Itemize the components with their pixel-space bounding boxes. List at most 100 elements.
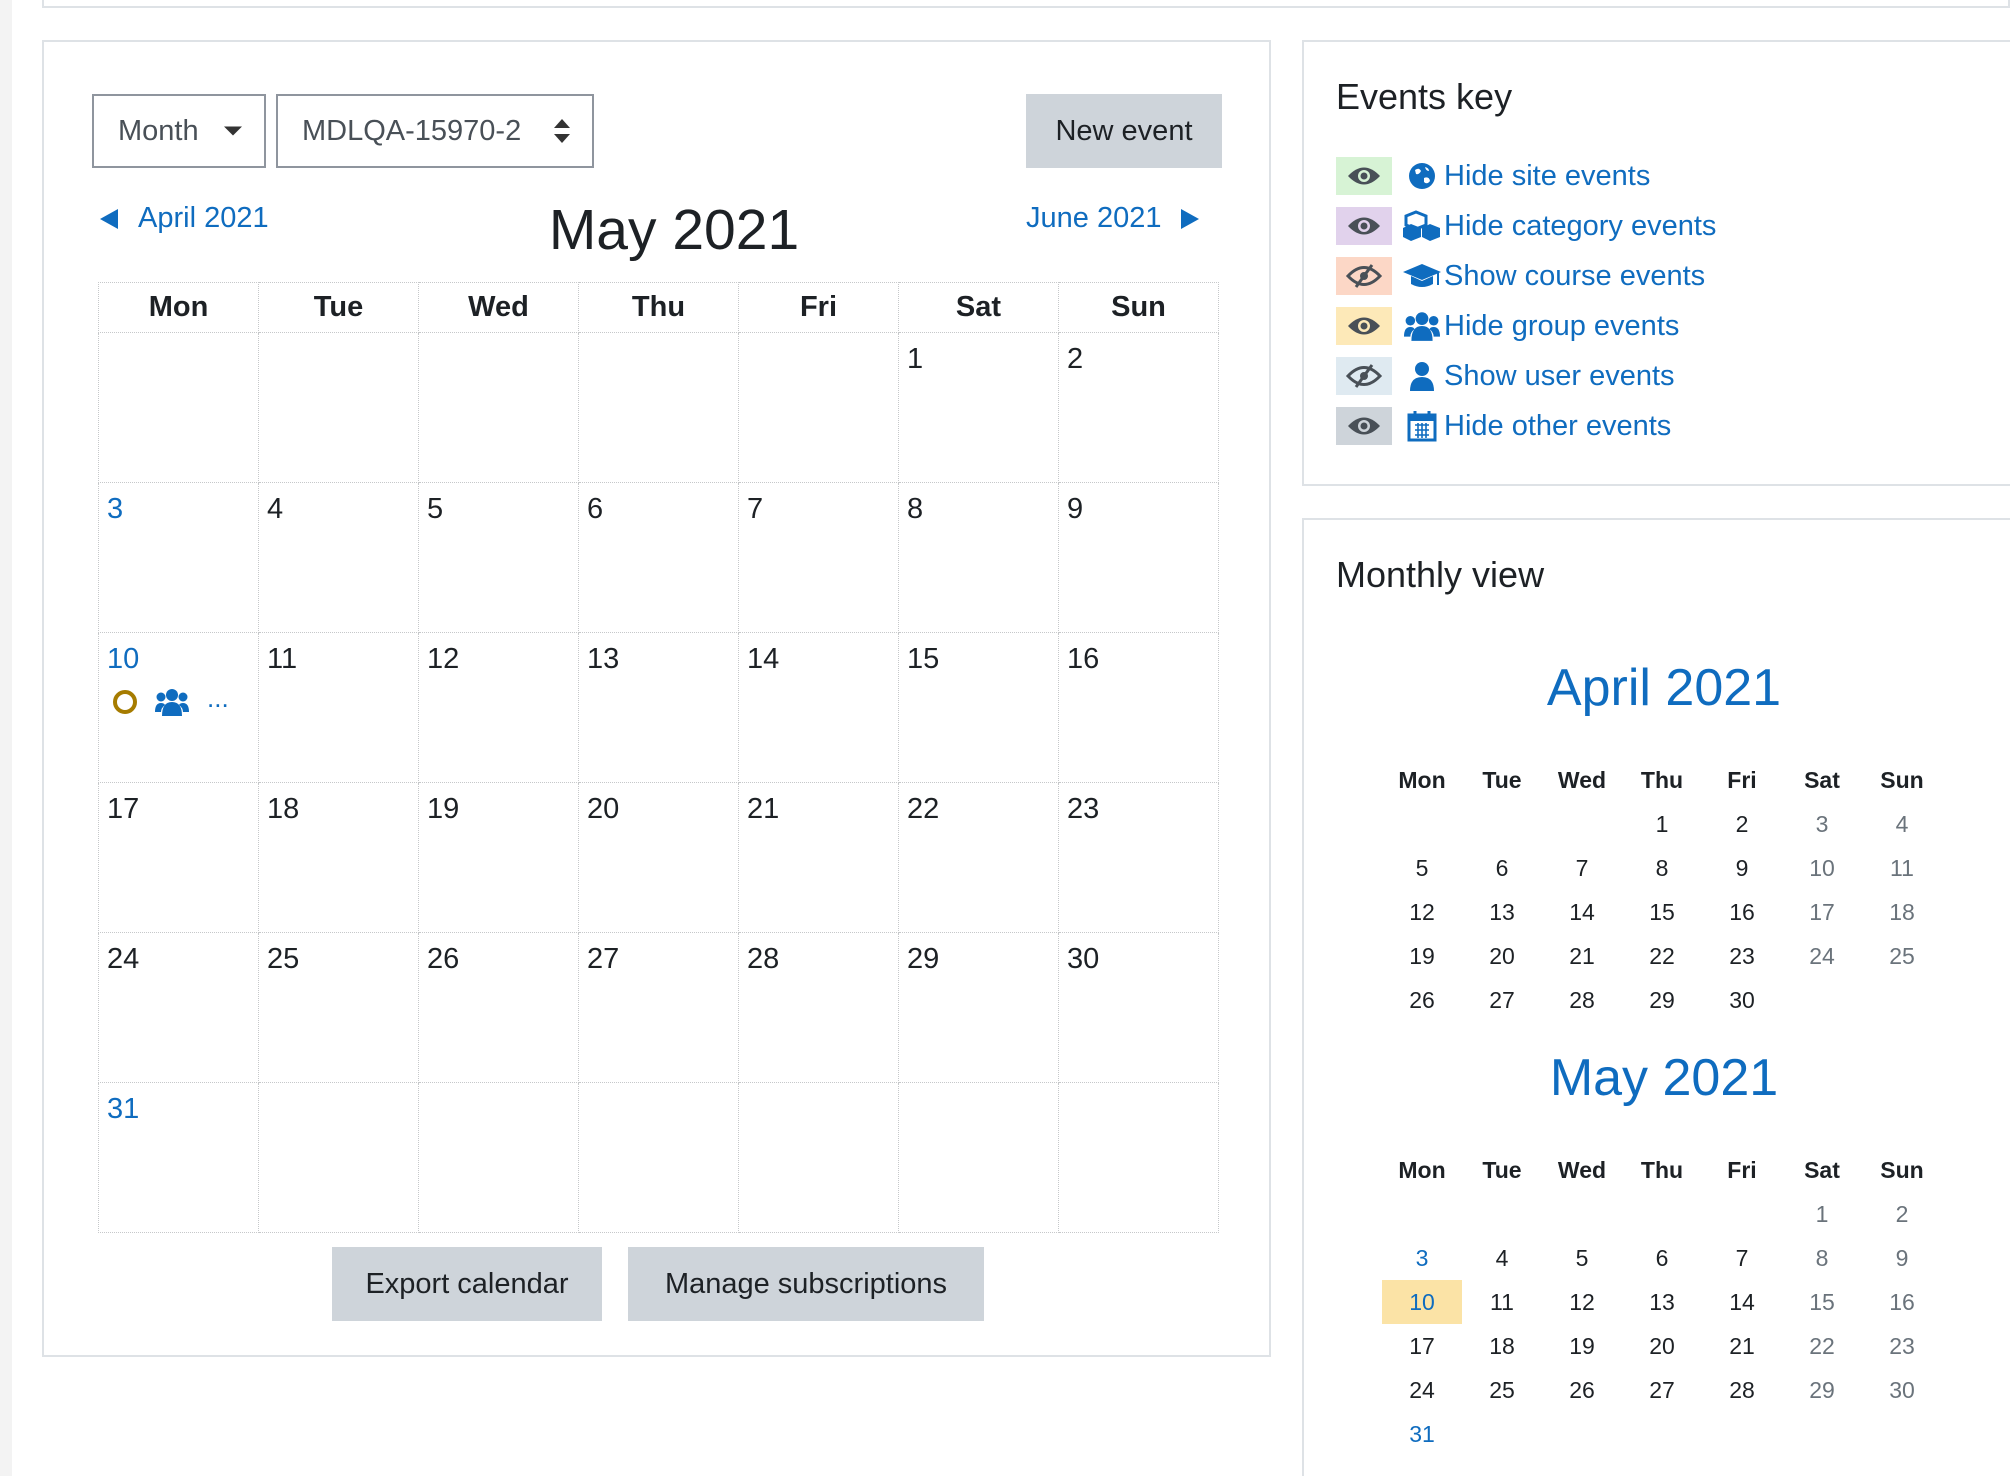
day-cell[interactable]: 6: [578, 482, 739, 633]
day-cell[interactable]: 8: [898, 482, 1059, 633]
mini-day: 20: [1649, 1332, 1675, 1359]
key-row-site[interactable]: Hide site events: [1336, 156, 1650, 196]
mini-day: 20: [1489, 942, 1515, 969]
weekday-header: Wed: [418, 282, 579, 333]
mini-month-title-april[interactable]: April 2021: [1336, 658, 1992, 718]
key-label: Hide group events: [1444, 309, 1680, 342]
day-cell[interactable]: 4: [258, 482, 419, 633]
eye-slash-icon[interactable]: [1336, 357, 1392, 395]
mini-day: 12: [1569, 1288, 1595, 1315]
day-cell[interactable]: 22: [898, 782, 1059, 933]
mini-day: 17: [1809, 898, 1835, 925]
mini-weekday: Wed: [1557, 766, 1607, 793]
day-cell[interactable]: 23: [1058, 782, 1219, 933]
day-cell[interactable]: 5: [418, 482, 579, 633]
day-cell-empty: [578, 1082, 739, 1233]
key-row-category[interactable]: Hide category events: [1336, 206, 1716, 246]
events-key-title: Events key: [1336, 76, 1513, 117]
eye-icon[interactable]: [1336, 407, 1392, 445]
day-cell[interactable]: 15: [898, 632, 1059, 783]
mini-day-today[interactable]: 10: [1382, 1280, 1462, 1324]
mini-day: 29: [1809, 1376, 1835, 1403]
day-number-link[interactable]: 3: [107, 493, 250, 526]
day-cell[interactable]: 31: [98, 1082, 259, 1233]
day-number-link[interactable]: 10: [107, 643, 250, 676]
mini-month-title-may[interactable]: May 2021: [1336, 1048, 1992, 1108]
key-label: Show user events: [1444, 359, 1675, 392]
key-row-other[interactable]: Hide other events: [1336, 406, 1671, 446]
day-cell[interactable]: 1: [898, 332, 1059, 483]
day-cell[interactable]: 28: [738, 932, 899, 1083]
mini-day: 25: [1889, 942, 1915, 969]
day-cell[interactable]: 16: [1058, 632, 1219, 783]
mini-day: 1: [1655, 810, 1669, 837]
day-cell[interactable]: 26: [418, 932, 579, 1083]
day-cell[interactable]: 19: [418, 782, 579, 933]
mini-day-link[interactable]: 3: [1382, 1236, 1462, 1280]
prev-month-label: April 2021: [138, 202, 269, 234]
eye-slash-icon[interactable]: [1336, 257, 1392, 295]
day-cell[interactable]: 11: [258, 632, 419, 783]
new-event-button[interactable]: New event: [1026, 94, 1222, 168]
mini-day: 27: [1489, 986, 1515, 1013]
day-cell-empty: [258, 332, 419, 483]
mini-day: 4: [1495, 1244, 1509, 1271]
events-key-card: Events key Hide site events Hide categor…: [1302, 40, 2010, 486]
mini-day: [1382, 1192, 1462, 1236]
export-calendar-button[interactable]: Export calendar: [332, 1247, 602, 1321]
circle-event-icon[interactable]: [113, 690, 137, 714]
mini-weekday: Mon: [1398, 766, 1446, 793]
weekday-header: Fri: [738, 282, 899, 333]
eye-icon[interactable]: [1336, 207, 1392, 245]
key-row-group[interactable]: Hide group events: [1336, 306, 1679, 346]
eye-icon[interactable]: [1336, 157, 1392, 195]
mini-day: 9: [1895, 1244, 1909, 1271]
mini-day-link[interactable]: 31: [1382, 1412, 1462, 1456]
mini-day: 22: [1649, 942, 1675, 969]
day-cell[interactable]: 2: [1058, 332, 1219, 483]
course-select[interactable]: MDLQA-15970-2: [276, 94, 594, 168]
users-icon[interactable]: [155, 688, 189, 716]
day-cell[interactable]: 27: [578, 932, 739, 1083]
cubes-icon: [1400, 206, 1444, 246]
day-number: 15: [907, 643, 940, 675]
next-month-label: June 2021: [1026, 202, 1162, 234]
day-cell[interactable]: 18: [258, 782, 419, 933]
day-cell-empty: [418, 1082, 579, 1233]
day-cell[interactable]: 7: [738, 482, 899, 633]
day-cell[interactable]: 30: [1058, 932, 1219, 1083]
chevron-down-icon: [224, 126, 242, 136]
day-cell[interactable]: 13: [578, 632, 739, 783]
manage-subscriptions-button[interactable]: Manage subscriptions: [628, 1247, 984, 1321]
key-row-course[interactable]: Show course events: [1336, 256, 1705, 296]
day-cell[interactable]: 12: [418, 632, 579, 783]
next-month-link[interactable]: June 2021: [1026, 202, 1200, 235]
more-events-link[interactable]: ...: [207, 683, 229, 714]
day-cell[interactable]: 9: [1058, 482, 1219, 633]
day-cell-empty: [1058, 1082, 1219, 1233]
day-cell[interactable]: 29: [898, 932, 1059, 1083]
prev-month-link[interactable]: April 2021: [100, 202, 269, 235]
weekday-header: Sat: [898, 282, 1059, 333]
mini-weekday: Sun: [1880, 766, 1924, 793]
mini-day: 13: [1649, 1288, 1675, 1315]
mini-weekday: Wed: [1557, 1156, 1607, 1183]
view-select[interactable]: Month: [92, 94, 266, 168]
day-cell[interactable]: 17: [98, 782, 259, 933]
day-cell[interactable]: 14: [738, 632, 899, 783]
day-cell[interactable]: 3: [98, 482, 259, 633]
day-cell[interactable]: 25: [258, 932, 419, 1083]
mini-weekday: Thu: [1640, 1156, 1684, 1183]
eye-icon[interactable]: [1336, 307, 1392, 345]
mini-day: 29: [1649, 986, 1675, 1013]
day-number-link[interactable]: 31: [107, 1093, 250, 1126]
day-cell-with-events[interactable]: 10 ...: [98, 632, 259, 783]
day-cell[interactable]: 21: [738, 782, 899, 933]
weekday-header: Thu: [578, 282, 739, 333]
sort-updown-icon: [554, 119, 570, 143]
mini-day: [1622, 1192, 1702, 1236]
day-cell[interactable]: 20: [578, 782, 739, 933]
day-number: 5: [427, 493, 444, 525]
day-cell[interactable]: 24: [98, 932, 259, 1083]
key-row-user[interactable]: Show user events: [1336, 356, 1675, 396]
